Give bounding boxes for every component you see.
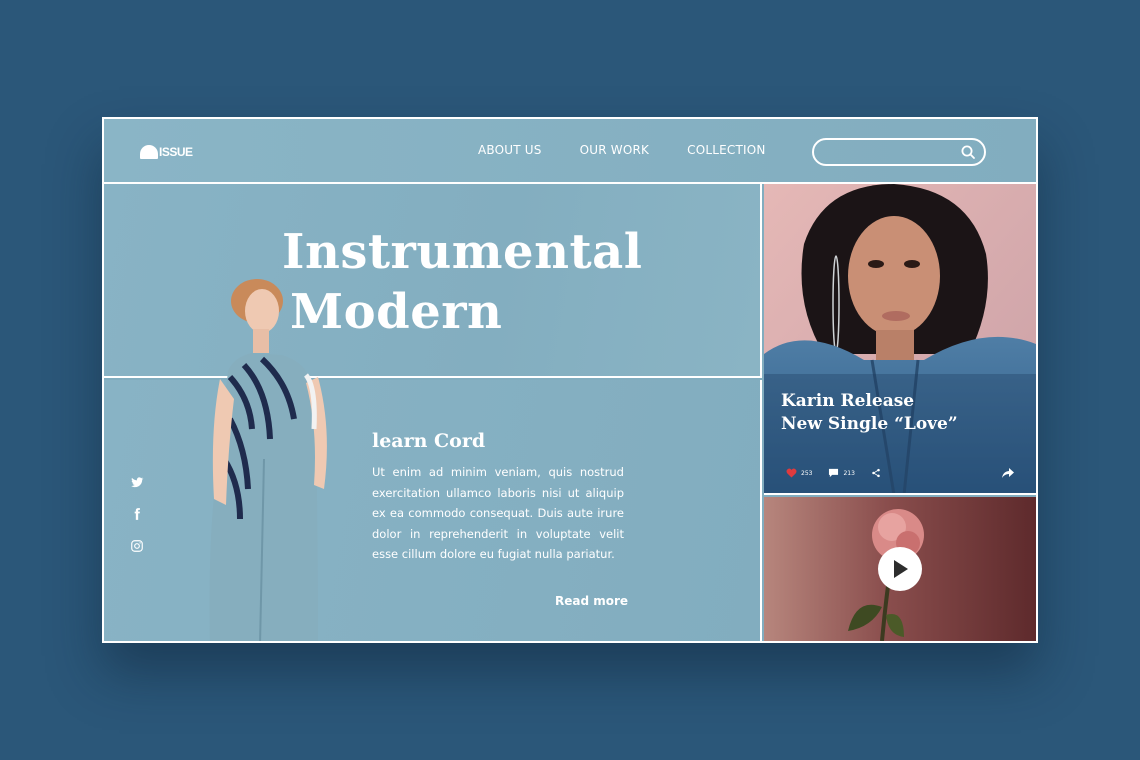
nav-our-work[interactable]: OUR WORK — [580, 143, 650, 157]
social-links — [130, 474, 144, 552]
logo-mark — [140, 145, 158, 159]
article-body: Ut enim ad minim veniam, quis nostrud ex… — [372, 465, 624, 561]
article-title: learn Cord — [372, 430, 486, 452]
feature-card-title-line-1: Karin Release — [781, 391, 915, 411]
feature-card-stats: 253 213 — [786, 468, 881, 478]
comment-count: 213 — [843, 469, 855, 477]
hero-title-line-1: Instrumental — [282, 224, 643, 280]
feature-card-title[interactable]: Karin Release New Single “Love” — [781, 390, 1011, 436]
like-stat[interactable]: 253 — [786, 468, 812, 478]
share-nodes-icon[interactable] — [871, 468, 881, 478]
nav-about-us[interactable]: ABOUT US — [478, 143, 542, 157]
facebook-icon[interactable] — [130, 506, 144, 520]
site-header: ISSUE ABOUT US OUR WORK COLLECTION — [104, 119, 1036, 184]
comment-icon[interactable] — [828, 468, 839, 478]
read-more-link[interactable]: Read more — [555, 594, 628, 608]
twitter-icon[interactable] — [130, 474, 144, 488]
main-nav: ABOUT US OUR WORK COLLECTION — [478, 143, 766, 157]
search-box[interactable] — [812, 138, 986, 166]
search-icon[interactable] — [960, 144, 976, 160]
feature-card-title-line-2: New Single “Love” — [781, 414, 958, 434]
logo-text: ISSUE — [159, 145, 193, 159]
forward-share-icon[interactable] — [1002, 468, 1014, 478]
comment-stat[interactable]: 213 — [828, 468, 855, 478]
artist-photo — [764, 184, 1036, 493]
play-icon — [894, 560, 908, 578]
video-card[interactable] — [764, 497, 1036, 641]
heart-icon[interactable] — [786, 468, 797, 478]
landing-page-frame: ISSUE ABOUT US OUR WORK COLLECTION Instr… — [102, 117, 1038, 643]
search-input[interactable] — [824, 143, 954, 161]
play-button[interactable] — [878, 547, 922, 591]
like-count: 253 — [801, 469, 813, 477]
nav-collection[interactable]: COLLECTION — [687, 143, 765, 157]
featured-release-card[interactable]: Karin Release New Single “Love” 253 213 — [764, 184, 1036, 495]
instagram-icon[interactable] — [130, 538, 144, 552]
model-photo — [209, 279, 327, 641]
site-logo[interactable]: ISSUE — [140, 143, 193, 161]
